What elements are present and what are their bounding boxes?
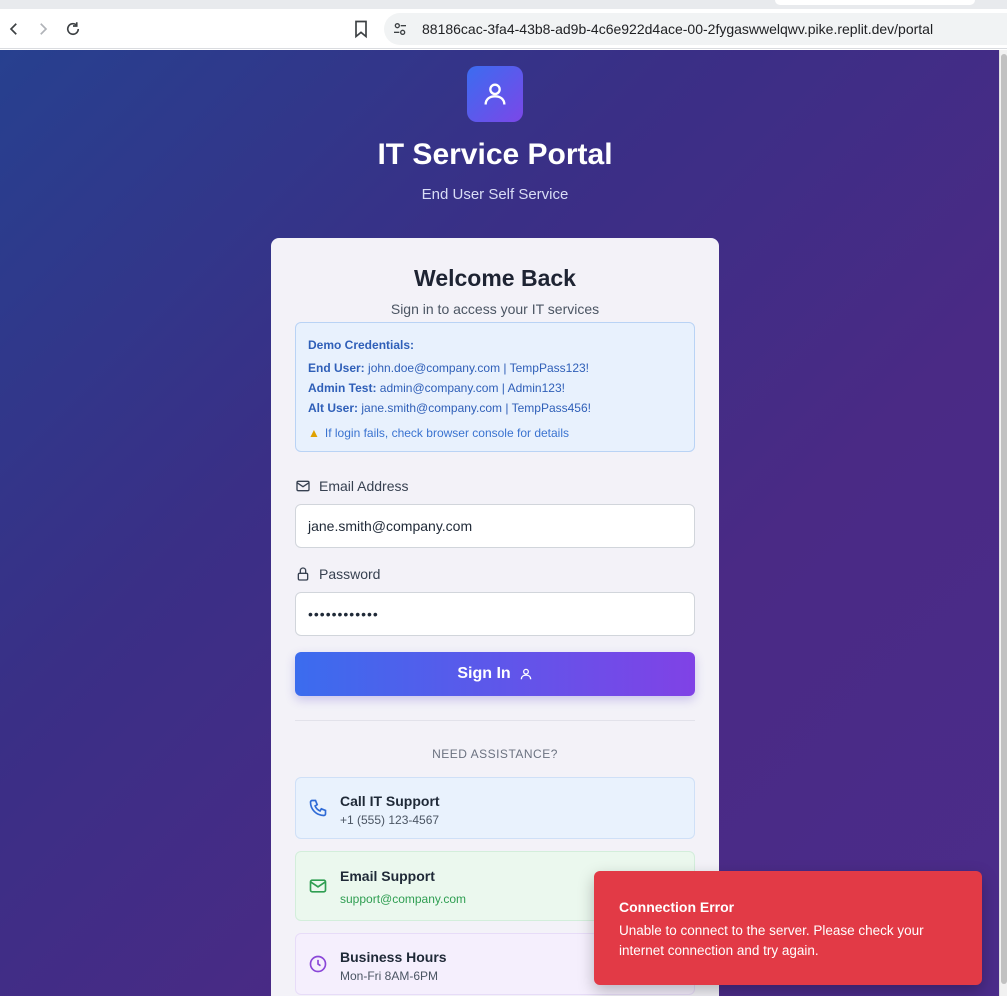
login-title: Welcome Back bbox=[414, 265, 576, 291]
browser-toolbar: 88186cac-3fa4-43b8-ad9b-4c6e922d4ace-00-… bbox=[0, 9, 1007, 49]
sign-in-label: Sign In bbox=[457, 665, 511, 682]
email-label: Email Address bbox=[295, 478, 408, 494]
page-subtitle: End User Self Service bbox=[421, 186, 569, 203]
clock-icon bbox=[309, 955, 327, 973]
sign-in-button[interactable]: Sign In bbox=[295, 652, 695, 696]
demo-warning: ▲ If login fails, check browser console f… bbox=[308, 426, 569, 440]
support-phone: +1 (555) 123-4567 bbox=[340, 813, 440, 827]
demo-value: john.doe@company.com | TempPass123! bbox=[368, 361, 590, 375]
password-label-text: Password bbox=[319, 566, 381, 582]
demo-value: jane.smith@company.com | TempPass456! bbox=[361, 401, 591, 415]
mail-icon bbox=[296, 480, 310, 492]
page-background: IT Service Portal End User Self Service … bbox=[0, 50, 1000, 996]
warning-text: If login fails, check browser console fo… bbox=[324, 426, 570, 440]
demo-line-alt-user: Alt User: jane.smith@company.com | TempP… bbox=[308, 401, 591, 415]
support-title: Email Support bbox=[340, 868, 435, 884]
support-email[interactable]: support@company.com bbox=[340, 892, 466, 906]
toast-title: Connection Error bbox=[619, 899, 735, 915]
back-button[interactable] bbox=[2, 17, 26, 41]
forward-button[interactable] bbox=[31, 17, 55, 41]
demo-line-admin: Admin Test: admin@company.com | Admin123… bbox=[308, 381, 565, 395]
reload-icon bbox=[66, 22, 80, 36]
password-field[interactable]: •••••••••••• bbox=[295, 592, 695, 636]
password-label: Password bbox=[295, 566, 380, 582]
mail-icon bbox=[309, 879, 327, 893]
url-text: 88186cac-3fa4-43b8-ad9b-4c6e922d4ace-00-… bbox=[422, 21, 934, 37]
demo-line-end-user: End User: john.doe@company.com | TempPas… bbox=[308, 361, 589, 375]
reload-button[interactable] bbox=[61, 17, 85, 41]
support-title: Call IT Support bbox=[340, 793, 440, 809]
call-support-card[interactable]: Call IT Support +1 (555) 123-4567 bbox=[295, 777, 695, 839]
support-hours: Mon-Fri 8AM-6PM bbox=[340, 969, 439, 983]
bookmark-icon[interactable] bbox=[351, 19, 371, 39]
tab-edge bbox=[775, 0, 975, 5]
scrollbar-thumb[interactable] bbox=[1001, 54, 1007, 984]
phone-icon bbox=[309, 799, 327, 817]
lock-icon bbox=[297, 567, 309, 581]
site-settings-icon[interactable] bbox=[392, 21, 408, 37]
toast-message: Unable to connect to the server. Please … bbox=[619, 923, 924, 958]
tab-strip bbox=[0, 0, 1007, 9]
demo-value: admin@company.com | Admin123! bbox=[379, 381, 565, 395]
user-icon bbox=[484, 83, 506, 105]
user-icon bbox=[520, 668, 531, 680]
login-subtitle: Sign in to access your IT services bbox=[390, 301, 600, 317]
support-title: Business Hours bbox=[340, 949, 447, 965]
arrow-right-icon bbox=[40, 23, 48, 35]
demo-label: End User: bbox=[308, 361, 365, 375]
demo-title: Demo Credentials: bbox=[308, 338, 415, 352]
assistance-heading: NEED ASSISTANCE? bbox=[432, 747, 558, 761]
address-bar[interactable]: 88186cac-3fa4-43b8-ad9b-4c6e922d4ace-00-… bbox=[384, 13, 1007, 45]
email-field[interactable]: jane.smith@company.com bbox=[295, 504, 695, 548]
demo-label: Alt User: bbox=[308, 401, 359, 415]
arrow-left-icon bbox=[9, 23, 17, 35]
email-label-text: Email Address bbox=[319, 478, 409, 494]
portal-logo bbox=[467, 66, 523, 122]
demo-credentials-box: Demo Credentials: End User: john.doe@com… bbox=[295, 322, 695, 452]
warning-icon: ▲ bbox=[308, 426, 320, 440]
scrollbar[interactable] bbox=[999, 50, 1007, 996]
divider bbox=[295, 720, 695, 721]
demo-label: Admin Test: bbox=[308, 381, 377, 395]
error-toast[interactable]: Connection Error Unable to connect to th… bbox=[594, 871, 982, 985]
page-title: IT Service Portal bbox=[377, 138, 613, 171]
